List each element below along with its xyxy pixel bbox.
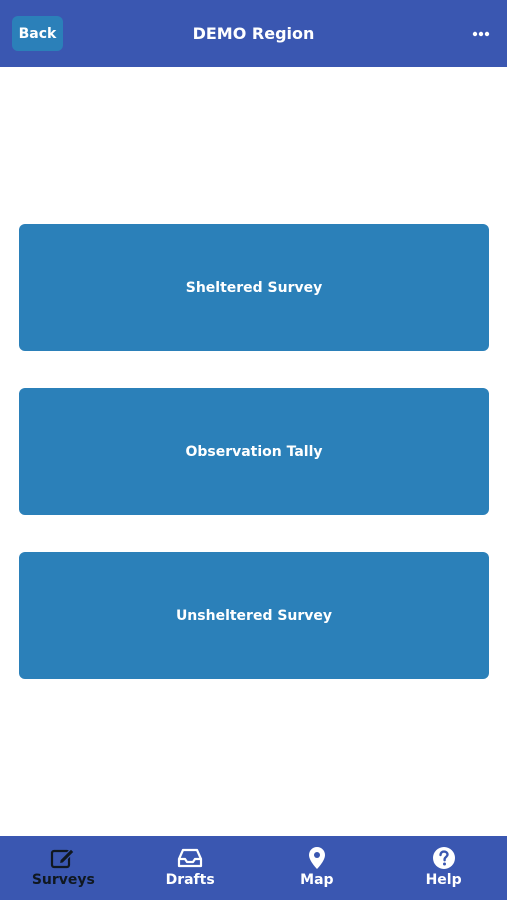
- edit-icon: [50, 846, 76, 870]
- tab-drafts[interactable]: Drafts: [127, 836, 254, 900]
- tab-help-label: Help: [425, 872, 462, 888]
- help-icon: [431, 846, 457, 870]
- tab-map[interactable]: Map: [254, 836, 381, 900]
- sheltered-survey-button[interactable]: Sheltered Survey: [19, 224, 489, 351]
- map-pin-icon: [304, 846, 330, 870]
- tab-map-label: Map: [300, 872, 334, 888]
- inbox-icon: [177, 846, 203, 870]
- back-button[interactable]: Back: [12, 16, 63, 51]
- tab-drafts-label: Drafts: [165, 872, 215, 888]
- observation-tally-button[interactable]: Observation Tally: [19, 388, 489, 515]
- tab-surveys[interactable]: Surveys: [0, 836, 127, 900]
- bottom-tab-bar: Surveys Drafts Map Help: [0, 836, 507, 900]
- page-title: DEMO Region: [192, 24, 315, 43]
- unsheltered-survey-button[interactable]: Unsheltered Survey: [19, 552, 489, 679]
- tab-help[interactable]: Help: [380, 836, 507, 900]
- app-screen: Back DEMO Region Sheltered Survey Observ…: [0, 0, 507, 900]
- header-bar: Back DEMO Region: [0, 0, 507, 67]
- tab-surveys-label: Surveys: [31, 872, 95, 888]
- more-horizontal-icon[interactable]: [471, 24, 491, 44]
